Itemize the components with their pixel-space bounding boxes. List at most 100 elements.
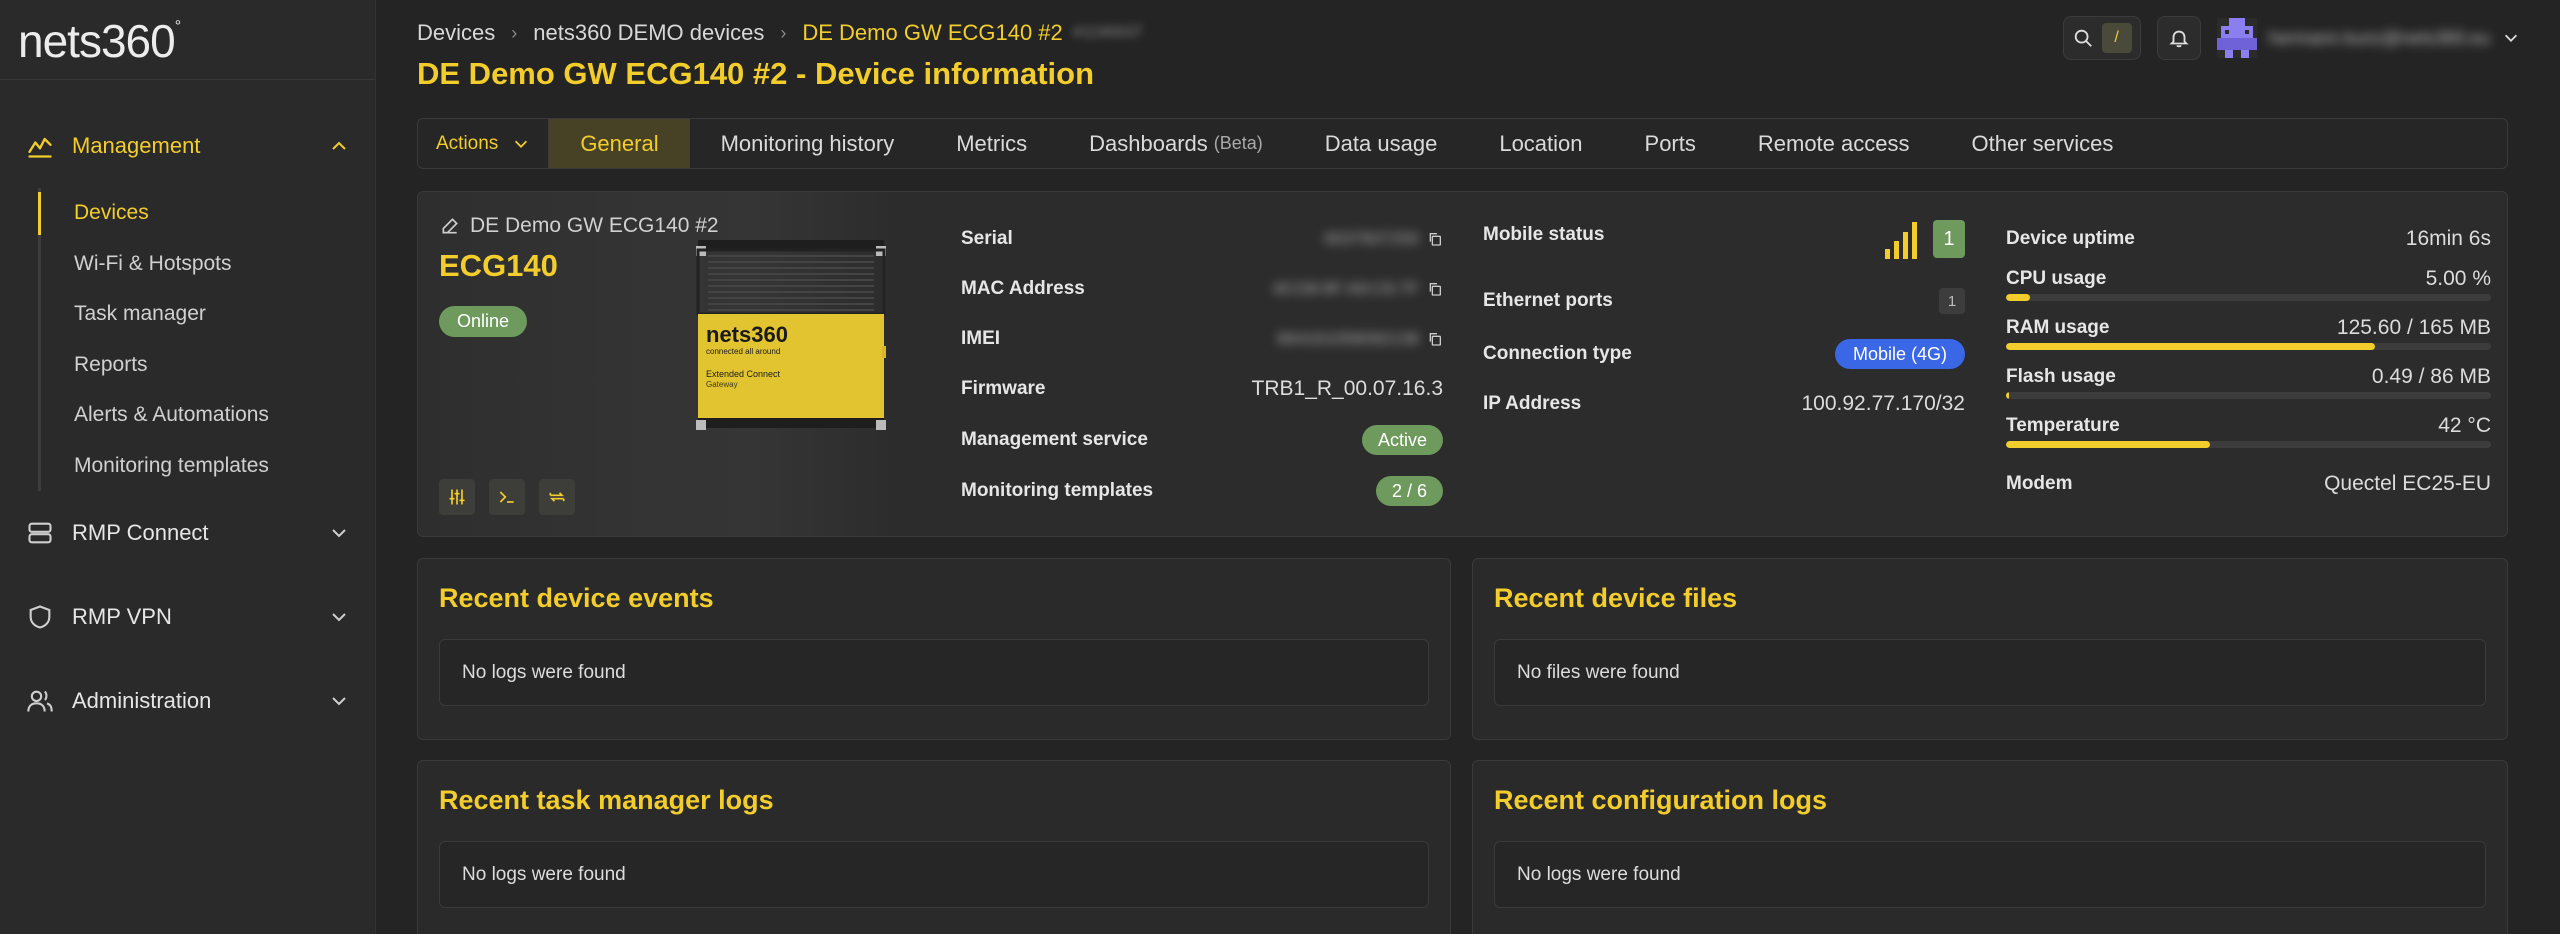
monitoring-templates-badge[interactable]: 2 / 6 [1375, 476, 1443, 506]
ip-address-value: 100.92.77.170/32 [1801, 392, 1966, 415]
recent-configuration-logs-panel: Recent configuration logs No logs were f… [1472, 760, 2508, 934]
breadcrumb-devices[interactable]: Devices [417, 20, 495, 46]
tab-ports[interactable]: Ports [1614, 119, 1727, 168]
activity-icon [28, 137, 52, 158]
tab-monitoring-history[interactable]: Monitoring history [690, 119, 926, 168]
temperature-value: 42 °C [2438, 414, 2491, 437]
recent-task-manager-logs-panel: Recent task manager logs No logs were fo… [417, 760, 1451, 934]
ethernet-ports-row: Ethernet ports 1 [1483, 286, 1965, 316]
configure-button[interactable] [439, 479, 475, 515]
sidebar-item-task-manager[interactable]: Task manager [74, 289, 375, 340]
chevron-down-icon [332, 529, 346, 538]
search-button[interactable]: / [2062, 16, 2141, 60]
user-menu[interactable]: hermann.kunz@nets360.eu [2216, 18, 2520, 58]
tab-data-usage[interactable]: Data usage [1294, 119, 1469, 168]
top-toolbar: / hermann.kunz@nets360.eu [2062, 16, 2520, 60]
ethernet-port-indicator[interactable]: 1 [1939, 288, 1965, 314]
sidebar-section-rmp-connect[interactable]: RMP Connect [0, 491, 375, 575]
signal-strength-icon [1885, 222, 1917, 259]
connection-type-row: Connection type Mobile (4G) [1483, 338, 1965, 370]
ram-value: 125.60 / 165 MB [2336, 316, 2491, 339]
sidebar-section-management[interactable]: Management [0, 104, 375, 188]
imei-label: IMEI [961, 328, 1001, 349]
tab-metrics[interactable]: Metrics [925, 119, 1058, 168]
temperature-progress-bar [2006, 441, 2491, 448]
hw-tagline: connected all around [706, 347, 780, 356]
device-info-column-1: Serial 6037607250 MAC Address 40:D8:9F:A… [961, 192, 1443, 536]
sidebar-item-alerts-automations[interactable]: Alerts & Automations [74, 390, 375, 441]
connection-type-label: Connection type [1483, 343, 1632, 364]
mac-value: 40:D8:9F:A9:C6:7F [1272, 279, 1419, 298]
tab-general[interactable]: General [549, 119, 690, 168]
ip-address-label: IP Address [1483, 393, 1582, 414]
sidebar-section-label: Administration [72, 688, 212, 713]
breadcrumb-group[interactable]: nets360 DEMO devices [533, 20, 764, 46]
edit-icon[interactable] [440, 216, 460, 236]
monitoring-templates-row: Monitoring templates 2 / 6 [961, 475, 1443, 507]
status-badge: Online [439, 306, 528, 337]
flash-value: 0.49 / 86 MB [2371, 365, 2491, 388]
copy-icon[interactable] [1427, 281, 1443, 297]
logo[interactable]: nets360° [0, 0, 375, 80]
panel-title: Recent device events [439, 583, 714, 613]
modem-row: Modem Quectel EC25-EU [2006, 469, 2491, 499]
device-overview-card: DE Demo GW ECG140 #2 ECG140 Online nets3… [417, 191, 2508, 537]
device-action-buttons [439, 479, 575, 515]
user-email: hermann.kunz@nets360.eu [2268, 27, 2490, 48]
sidebar-section-label: RMP VPN [72, 604, 172, 629]
page-header: Devices › nets360 DEMO devices › DE Demo… [417, 0, 2560, 110]
mac-label: MAC Address [961, 278, 1085, 299]
monitoring-templates-label: Monitoring templates [961, 480, 1154, 501]
uptime-row: Device uptime 16min 6s [2006, 224, 2491, 254]
firmware-value: TRB1_R_00.07.16.3 [1251, 377, 1443, 400]
notifications-button[interactable] [2156, 16, 2201, 60]
sidebar-section-rmp-vpn[interactable]: RMP VPN [0, 575, 375, 659]
device-info-column-2: Mobile status 1 Ethernet ports 1 Connect… [1483, 192, 1965, 536]
bell-icon [2169, 30, 2189, 48]
serial-value: 6037607250 [1324, 229, 1419, 248]
ram-progress-fill [2006, 343, 2376, 350]
mac-value-wrap: 40:D8:9F:A9:C6:7F [1273, 279, 1443, 299]
sidebar-item-monitoring-templates[interactable]: Monitoring templates [74, 441, 375, 492]
device-info-column-3: Device uptime 16min 6s CPU usage 5.00 % … [2006, 192, 2491, 536]
sidebar: nets360° Management Devices Wi-Fi & Hots… [0, 0, 376, 934]
cpu-progress-fill [2006, 294, 2031, 301]
copy-icon[interactable] [1427, 331, 1443, 347]
management-service-label: Management service [961, 429, 1148, 450]
sidebar-item-devices[interactable]: Devices [38, 188, 375, 239]
empty-state: No logs were found [439, 841, 1429, 908]
terminal-button[interactable] [489, 479, 525, 515]
reboot-button[interactable] [539, 479, 575, 515]
avatar [2216, 18, 2257, 58]
imei-value-wrap: 864161058092138 [1277, 329, 1443, 349]
management-service-row: Management service Active [961, 424, 1443, 456]
sidebar-item-reports[interactable]: Reports [74, 340, 375, 391]
copy-icon[interactable] [1427, 231, 1443, 247]
device-name-row: DE Demo GW ECG140 #2 [440, 214, 719, 238]
cpu-value: 5.00 % [2425, 267, 2491, 290]
connection-type-badge: Mobile (4G) [1834, 339, 1965, 369]
modem-value: Quectel EC25-EU [2324, 472, 2491, 495]
imei-row: IMEI 864161058092138 [961, 324, 1443, 354]
refresh-icon [549, 492, 565, 502]
temperature-progress-fill [2006, 441, 2210, 448]
ip-address-row: IP Address 100.92.77.170/32 [1483, 389, 1965, 419]
tab-location[interactable]: Location [1468, 119, 1613, 168]
search-icon [2074, 29, 2092, 47]
ram-label: RAM usage [2006, 317, 2110, 338]
actions-dropdown[interactable]: Actions [418, 119, 550, 168]
panel-title: Recent device files [1494, 583, 1738, 613]
users-icon [27, 690, 53, 712]
device-hardware-image: nets360 connected all around Extended Co… [696, 240, 886, 430]
logo-text: nets360 [18, 15, 176, 67]
sidebar-section-administration[interactable]: Administration [0, 659, 375, 743]
terminal-icon [499, 491, 514, 503]
tab-other-services[interactable]: Other services [1941, 119, 2145, 168]
imei-value: 864161058092138 [1277, 329, 1419, 348]
actions-label: Actions [436, 132, 499, 154]
device-name: DE Demo GW ECG140 #2 [470, 214, 719, 237]
tab-remote-access[interactable]: Remote access [1727, 119, 1941, 168]
sidebar-item-wifi-hotspots[interactable]: Wi-Fi & Hotspots [74, 239, 375, 290]
tab-dashboards[interactable]: Dashboards (Beta) [1058, 119, 1294, 168]
server-icon [28, 522, 52, 544]
